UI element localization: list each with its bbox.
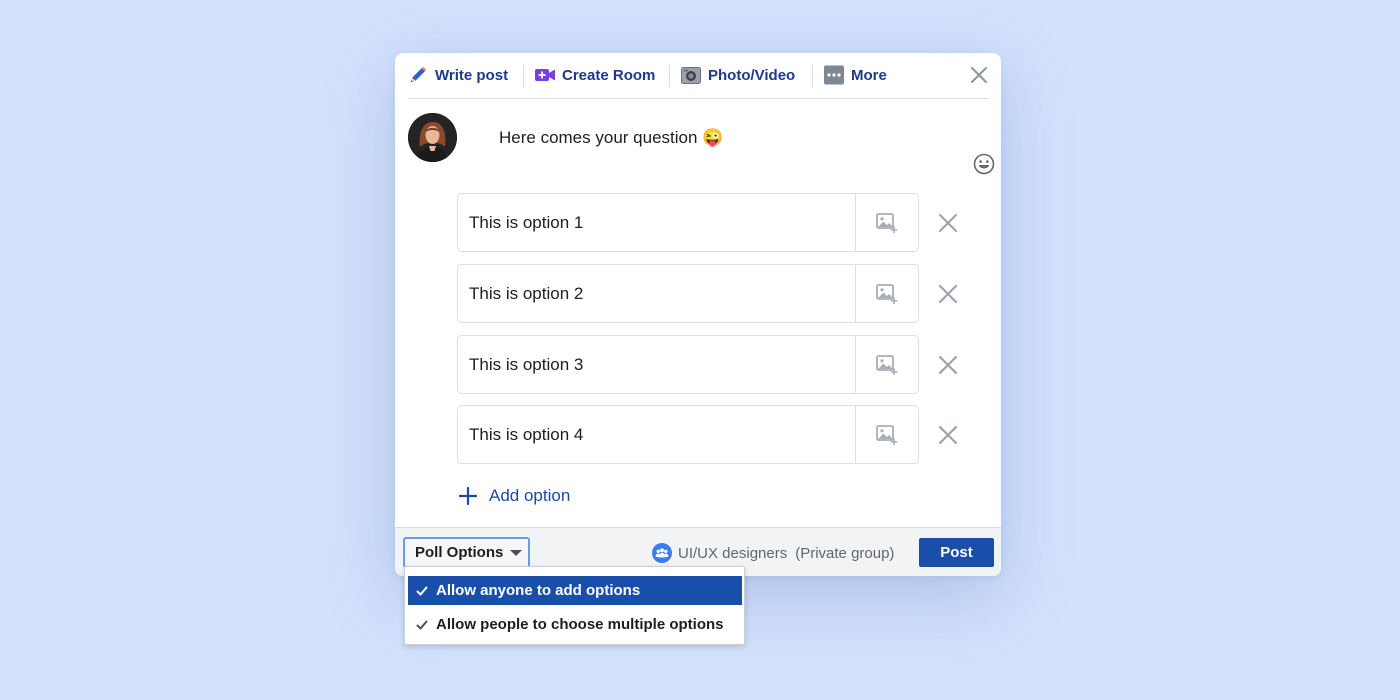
add-image-button[interactable] bbox=[855, 406, 918, 463]
image-add-icon bbox=[876, 283, 898, 304]
image-add-icon bbox=[876, 354, 898, 375]
post-button[interactable]: Post bbox=[919, 538, 994, 567]
remove-option-1-button[interactable] bbox=[938, 213, 958, 233]
avatar bbox=[408, 113, 457, 162]
poll-option-4: This is option 4 bbox=[457, 405, 919, 464]
poll-option-text[interactable]: This is option 2 bbox=[469, 265, 583, 322]
check-icon bbox=[416, 620, 428, 629]
poll-options-label: Poll Options bbox=[415, 544, 504, 561]
close-icon bbox=[938, 355, 958, 375]
check-icon bbox=[416, 586, 428, 595]
add-image-button[interactable] bbox=[855, 265, 918, 322]
close-icon bbox=[938, 284, 958, 304]
tab-photo-video-label: Photo/Video bbox=[708, 66, 796, 84]
poll-option-2: This is option 2 bbox=[457, 264, 919, 323]
poll-option-text[interactable]: This is option 1 bbox=[469, 194, 583, 251]
add-option-button[interactable]: Add option bbox=[459, 485, 570, 507]
tab-divider bbox=[812, 65, 813, 87]
remove-option-4-button[interactable] bbox=[938, 425, 958, 445]
remove-option-3-button[interactable] bbox=[938, 355, 958, 375]
close-icon[interactable] bbox=[969, 65, 989, 85]
dropdown-item-label: Allow people to choose multiple options bbox=[436, 616, 724, 633]
pencil-icon bbox=[408, 65, 428, 85]
audience-selector[interactable]: UI/UX designers (Private group) bbox=[652, 543, 894, 563]
dropdown-item-allow-multiple[interactable]: Allow people to choose multiple options bbox=[408, 610, 742, 639]
poll-option-1: This is option 1 bbox=[457, 193, 919, 252]
tab-write-post-label: Write post bbox=[435, 66, 509, 84]
poll-question[interactable]: Here comes your question 😜 bbox=[499, 128, 723, 148]
more-dots-icon bbox=[824, 65, 844, 85]
poll-option-text[interactable]: This is option 3 bbox=[469, 336, 583, 393]
poll-option-text[interactable]: This is option 4 bbox=[469, 406, 583, 463]
tab-photo-video[interactable]: Photo/Video bbox=[681, 64, 795, 86]
dropdown-item-label: Allow anyone to add options bbox=[436, 582, 641, 599]
camera-icon bbox=[681, 65, 701, 85]
video-plus-icon bbox=[535, 65, 555, 85]
smiley-icon[interactable] bbox=[973, 153, 995, 175]
tab-write-post[interactable]: Write post bbox=[408, 64, 508, 86]
dropdown-item-allow-add-options[interactable]: Allow anyone to add options bbox=[408, 576, 742, 605]
add-image-button[interactable] bbox=[855, 336, 918, 393]
tab-more-label: More bbox=[851, 66, 887, 84]
poll-options-button[interactable]: Poll Options bbox=[403, 537, 530, 568]
tab-create-room[interactable]: Create Room bbox=[535, 64, 655, 86]
close-icon bbox=[938, 425, 958, 445]
tab-divider bbox=[669, 65, 670, 87]
image-add-icon bbox=[876, 424, 898, 445]
composer-tabs: Write post Create Room Photo/Video More bbox=[408, 53, 989, 99]
remove-option-2-button[interactable] bbox=[938, 284, 958, 304]
image-add-icon bbox=[876, 212, 898, 233]
group-privacy: (Private group) bbox=[795, 544, 895, 562]
plus-icon bbox=[459, 487, 477, 505]
group-name: UI/UX designers bbox=[678, 544, 788, 562]
caret-down-icon bbox=[510, 549, 523, 556]
poll-options-dropdown: Allow anyone to add options Allow people… bbox=[404, 566, 745, 645]
add-option-label: Add option bbox=[489, 486, 571, 505]
tab-divider bbox=[523, 65, 524, 87]
tab-more[interactable]: More bbox=[824, 64, 887, 86]
poll-composer-card: Write post Create Room Photo/Video More … bbox=[395, 53, 1001, 576]
add-image-button[interactable] bbox=[855, 194, 918, 251]
group-icon bbox=[652, 543, 672, 563]
poll-option-3: This is option 3 bbox=[457, 335, 919, 394]
close-icon bbox=[938, 213, 958, 233]
tab-create-room-label: Create Room bbox=[562, 66, 656, 84]
